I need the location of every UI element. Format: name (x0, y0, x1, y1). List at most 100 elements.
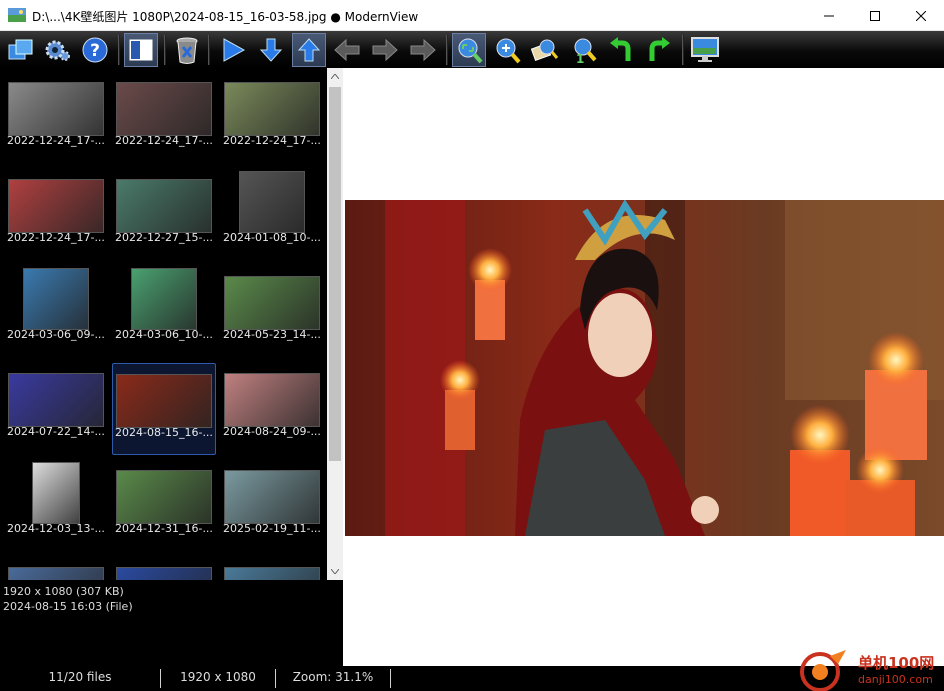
arrow-down-icon (259, 38, 283, 62)
thumbnail-caption: 2022-12-24_17-... (115, 134, 213, 147)
watermark-text: 单机100网 (858, 654, 935, 672)
zoom-original-icon: 1 (574, 38, 597, 64)
thumbnail-item[interactable] (220, 557, 324, 580)
thumbnail-image (239, 171, 305, 233)
arrow-up-icon (297, 38, 321, 62)
thumbnail-item[interactable]: 2024-12-03_13-... (4, 460, 108, 552)
help-icon: ? (82, 37, 108, 63)
zoom-in-button[interactable] (490, 33, 524, 67)
window-title: D:\...\4K壁纸图片 1080P\2024-08-15_16-03-58.… (32, 10, 419, 24)
image-date: 2024-08-15 16:03 (File) (3, 600, 133, 613)
thumbnail-scrollbar[interactable] (327, 68, 343, 580)
thumbnail-item[interactable] (4, 557, 108, 580)
thumbnail-image (116, 82, 212, 136)
thumbnail-image (224, 470, 320, 524)
thumbnail-caption: 2022-12-24_17-... (7, 134, 105, 147)
thumbnail-item[interactable]: 2024-07-22_14-... (4, 363, 108, 455)
zoom-in-icon (496, 38, 521, 64)
thumbnail-item[interactable]: 2024-03-06_10-... (112, 266, 216, 358)
forward-button[interactable] (406, 33, 440, 67)
thumbnail-caption: 2024-05-23_14-... (223, 328, 321, 341)
thumbnail-item[interactable]: 2024-12-31_16-... (112, 460, 216, 552)
open-folders-icon (8, 39, 33, 60)
thumbnail-image (224, 82, 320, 136)
thumbnail-item[interactable]: 2024-01-08_10-... (220, 169, 324, 261)
delete-button[interactable] (170, 33, 204, 67)
recycle-bin-icon (176, 37, 198, 64)
thumbnail-item[interactable]: 2022-12-24_17-... (4, 72, 108, 164)
main-image[interactable] (345, 200, 944, 536)
zoom-level: Zoom: 31.1% (292, 670, 374, 684)
scroll-up-button[interactable] (327, 68, 343, 85)
thumbnail-item[interactable]: 2024-08-24_09-... (220, 363, 324, 455)
image-dimensions-size: 1920 x 1080 (307 KB) (3, 585, 124, 598)
thumbnail-item-selected[interactable]: 2024-08-15_16-... (112, 363, 216, 455)
next-down-button[interactable] (254, 33, 288, 67)
thumbnail-item[interactable]: 2024-05-23_14-... (220, 266, 324, 358)
thumbnail-item[interactable]: 2022-12-24_17-... (112, 72, 216, 164)
thumbnail-image (116, 179, 212, 233)
open-folders-button[interactable] (4, 33, 38, 67)
thumbnail-image (224, 567, 320, 580)
thumbnail-item[interactable]: 2022-12-27_15-... (112, 169, 216, 261)
arrow-right-icon (372, 38, 398, 62)
next-button[interactable] (368, 33, 402, 67)
thumbnail-caption: 2022-12-27_15-... (115, 231, 213, 244)
thumbnail-item[interactable]: 2024-03-06_09-... (4, 266, 108, 358)
scroll-down-button[interactable] (327, 563, 343, 580)
thumbnail-caption: 2024-01-08_10-... (223, 231, 321, 244)
thumbnail-caption: 2022-12-24_17-... (7, 231, 105, 244)
fullscreen-button[interactable] (688, 33, 722, 67)
thumbnail-image (116, 374, 212, 428)
toolbar: ? 1 (0, 31, 944, 68)
rotate-left-icon (610, 37, 631, 61)
fullscreen-monitor-icon (691, 37, 719, 62)
thumbnail-image (116, 470, 212, 524)
settings-gear-icon (45, 40, 70, 61)
zoom-fit-width-icon (531, 39, 559, 62)
file-count: 11/20 files (48, 670, 112, 684)
watermark-logo-icon (800, 650, 846, 691)
scrollbar-thumb[interactable] (329, 87, 341, 461)
rotate-right-button[interactable] (642, 33, 676, 67)
maximize-button[interactable] (852, 0, 898, 31)
thumbnail-item[interactable]: 2022-12-24_17-... (220, 72, 324, 164)
title-bar: D:\...\4K壁纸图片 1080P\2024-08-15_16-03-58.… (0, 0, 944, 31)
slideshow-button[interactable] (216, 33, 250, 67)
previous-button[interactable] (330, 33, 364, 67)
minimize-button[interactable] (806, 0, 852, 31)
toggle-panel-button[interactable] (124, 33, 158, 67)
thumbnail-caption: 2024-07-22_14-... (7, 425, 105, 438)
thumbnail-image (32, 462, 80, 524)
thumbnail-item[interactable] (112, 557, 216, 580)
thumbnail-item[interactable]: 2022-12-24_17-... (4, 169, 108, 261)
maximize-icon (870, 10, 880, 21)
thumbnail-caption: 2024-12-03_13-... (7, 522, 105, 535)
thumbnail-image (116, 567, 212, 580)
play-slideshow-icon (223, 38, 246, 62)
thumbnail-caption: 2024-08-15_16-... (115, 426, 213, 439)
minimize-icon (824, 15, 834, 16)
fit-window-button[interactable] (452, 33, 486, 67)
zoom-original-button[interactable]: 1 (566, 33, 600, 67)
svg-text:?: ? (90, 41, 100, 61)
thumbnail-panel: 2022-12-24_17-... 2022-12-24_17-... 2022-1… (0, 68, 327, 580)
svg-text:1: 1 (576, 52, 584, 64)
thumbnail-item[interactable]: 2025-02-19_11-... (220, 460, 324, 552)
settings-button[interactable] (40, 33, 74, 67)
thumbnail-caption: 2024-03-06_09-... (7, 328, 105, 341)
arrow-left-icon (334, 38, 360, 62)
image-viewer[interactable] (343, 68, 944, 666)
thumbnail-caption: 2024-08-24_09-... (223, 425, 321, 438)
thumbnail-caption: 2024-12-31_16-... (115, 522, 213, 535)
help-button[interactable]: ? (78, 33, 112, 67)
previous-up-button[interactable] (292, 33, 326, 67)
thumbnail-image (224, 373, 320, 427)
rotate-left-button[interactable] (604, 33, 638, 67)
close-button[interactable] (898, 0, 944, 31)
close-icon (916, 10, 926, 21)
image-info-panel: 1920 x 1080 (307 KB) 2024-08-15 16:03 (F… (0, 580, 343, 666)
fit-window-icon (458, 38, 483, 64)
zoom-fit-width-button[interactable] (528, 33, 562, 67)
thumbnail-image (8, 567, 104, 580)
